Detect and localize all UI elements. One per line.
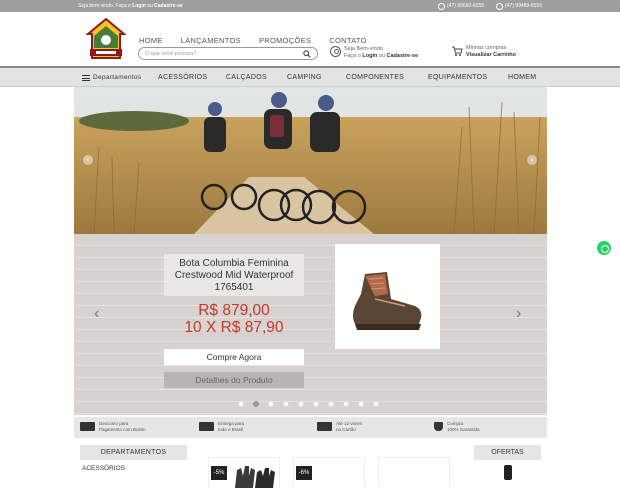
slider-dot[interactable]	[343, 401, 349, 407]
phones: (47) 99660-6555 (47) 99489-6555	[438, 2, 542, 10]
nav-launches[interactable]: LANÇAMENTOS	[181, 36, 241, 45]
main-nav: HOME LANÇAMENTOS PROMOÇÕES CONTATO	[139, 36, 367, 45]
gloves-image	[235, 466, 275, 488]
benefit-line: Pagamento com Boleto	[99, 426, 146, 432]
slider-dot[interactable]	[373, 401, 379, 407]
sidebar-item-accessories[interactable]: ACESSÓRIOS	[82, 465, 125, 472]
top-or-text: ou	[147, 3, 153, 9]
account-area[interactable]: Seja Bem-vindo Faça o Login ou Cadastre-…	[330, 46, 418, 60]
product-details-button[interactable]: Detalhes do Produto	[164, 372, 304, 388]
slider-dot[interactable]	[283, 401, 289, 407]
departments-label: Departamentos	[93, 74, 142, 81]
slider-dot[interactable]	[238, 401, 244, 407]
search-placeholder: O que você procura?	[145, 50, 197, 57]
account-prefix: Faça o	[344, 53, 361, 59]
product-price: R$ 879,00	[198, 302, 270, 319]
view-cart-link[interactable]: Visualizar Carrinho	[466, 52, 516, 58]
account-or: ou	[378, 53, 385, 59]
truck-icon	[199, 422, 214, 431]
slider-dot[interactable]	[358, 401, 364, 407]
credit-card-icon	[317, 422, 332, 431]
cart-label: Minhas compras	[466, 45, 507, 51]
category-components[interactable]: COMPONENTES	[346, 74, 404, 81]
search-icon[interactable]	[303, 49, 311, 58]
discount-badge: -6%	[296, 466, 312, 480]
buy-now-button[interactable]: Compre Agora	[164, 349, 304, 365]
sidebar-departments-title: DEPARTAMENTOS	[80, 445, 187, 460]
phone-2[interactable]: (47) 99489-6555	[496, 2, 542, 10]
nav-home[interactable]: HOME	[139, 36, 163, 45]
store-logo[interactable]	[86, 18, 126, 61]
product-title[interactable]: Bota Columbia Feminina Crestwood Mid Wat…	[164, 254, 304, 296]
account-text: Seja Bem-vindo Faça o Login ou Cadastre-…	[344, 46, 418, 60]
category-shoes[interactable]: CALÇADOS	[226, 74, 267, 81]
discount-badge: -5%	[211, 466, 227, 480]
hero-banner[interactable]: ‹ ›	[74, 87, 547, 234]
benefits-strip: Desconto para Pagamento com Boleto Entreg…	[74, 417, 547, 438]
hero-next-arrow[interactable]: ›	[527, 155, 537, 165]
nav-contact[interactable]: CONTATO	[329, 36, 367, 45]
phone-2-text: (47) 99489-6555	[505, 3, 542, 9]
welcome-prefix: Seja bem-vindo. Faça o	[78, 3, 131, 9]
offer-product-image[interactable]	[480, 462, 536, 480]
shield-icon	[434, 422, 443, 431]
benefit-line: Até 12 vezes	[336, 421, 363, 426]
offers-title: OFERTAS	[474, 445, 541, 460]
category-accessories[interactable]: ACESSÓRIOS	[158, 74, 207, 81]
top-register-link[interactable]: Cadastre-se	[154, 3, 183, 9]
hero-prev-arrow[interactable]: ‹	[83, 155, 93, 165]
product-card[interactable]	[378, 457, 450, 487]
category-men[interactable]: HOMEM	[508, 74, 536, 81]
header: HOME LANÇAMENTOS PROMOÇÕES CONTATO O que…	[0, 12, 620, 66]
benefit-line: 100% Garantida	[447, 426, 480, 432]
account-register-link[interactable]: Cadastre-se	[387, 53, 419, 59]
slider-dot[interactable]	[328, 401, 334, 407]
top-bar: Seja bem-vindo. Faça o Login ou Cadastre…	[0, 0, 620, 12]
category-camping[interactable]: CAMPING	[287, 74, 322, 81]
boot-image	[353, 272, 422, 330]
cart-area[interactable]: Minhas compras Visualizar Carrinho	[451, 45, 516, 59]
whatsapp-icon	[438, 2, 446, 10]
cart-icon	[452, 46, 463, 56]
whatsapp-float-button[interactable]	[597, 241, 611, 255]
phone-1-text: (47) 99660-6555	[447, 3, 485, 9]
product-card[interactable]: -6%	[293, 457, 365, 487]
nav-promos[interactable]: PROMOÇÕES	[259, 36, 311, 45]
slider-dot[interactable]	[298, 401, 304, 407]
user-icon	[330, 46, 341, 57]
product-next-arrow[interactable]: ›	[516, 305, 521, 323]
benefit-installments: Até 12 vezes no Cartão	[317, 421, 362, 432]
product-prev-arrow[interactable]: ‹	[94, 305, 99, 323]
top-login-link[interactable]: Login	[132, 3, 146, 9]
whatsapp-icon	[496, 2, 504, 10]
benefit-line: Entrega para	[218, 421, 245, 426]
slider-dot[interactable]	[253, 401, 259, 407]
product-installments: 10 X R$ 87,90	[184, 319, 284, 336]
category-nav: Departamentos ACESSÓRIOS CALÇADOS CAMPIN…	[0, 66, 620, 87]
account-greeting: Seja Bem-vindo	[344, 46, 383, 52]
hero-image	[74, 87, 547, 234]
product-slider: Bota Columbia Feminina Crestwood Mid Wat…	[74, 234, 547, 415]
search-input[interactable]: O que você procura?	[138, 47, 318, 60]
category-equipment[interactable]: EQUIPAMENTOS	[428, 74, 487, 81]
benefit-line: no Cartão	[336, 426, 356, 432]
benefit-line: todo o Brasil	[218, 426, 244, 432]
departments-menu[interactable]: Departamentos	[82, 74, 141, 81]
product-image[interactable]	[335, 244, 440, 349]
welcome-text: Seja bem-vindo. Faça o Login ou Cadastre…	[78, 3, 183, 9]
slider-dots	[238, 401, 379, 407]
cart-text: Minhas compras Visualizar Carrinho	[466, 45, 516, 59]
barcode-icon	[80, 422, 95, 431]
phone-1[interactable]: (47) 99660-6555	[438, 2, 485, 10]
slider-dot[interactable]	[268, 401, 274, 407]
product-price-block: R$ 879,00 10 X R$ 87,90	[164, 302, 304, 336]
benefit-shipping: Entrega para todo o Brasil	[199, 421, 244, 432]
slider-dot[interactable]	[313, 401, 319, 407]
account-login-link[interactable]: Login	[362, 53, 377, 59]
account-login-line: Faça o Login ou Cadastre-se	[344, 53, 418, 60]
product-card[interactable]: -5%	[208, 457, 280, 488]
hamburger-icon	[82, 74, 90, 81]
benefit-guarantee: Compra 100% Garantida	[434, 421, 480, 432]
benefit-boleto: Desconto para Pagamento com Boleto	[80, 421, 146, 432]
